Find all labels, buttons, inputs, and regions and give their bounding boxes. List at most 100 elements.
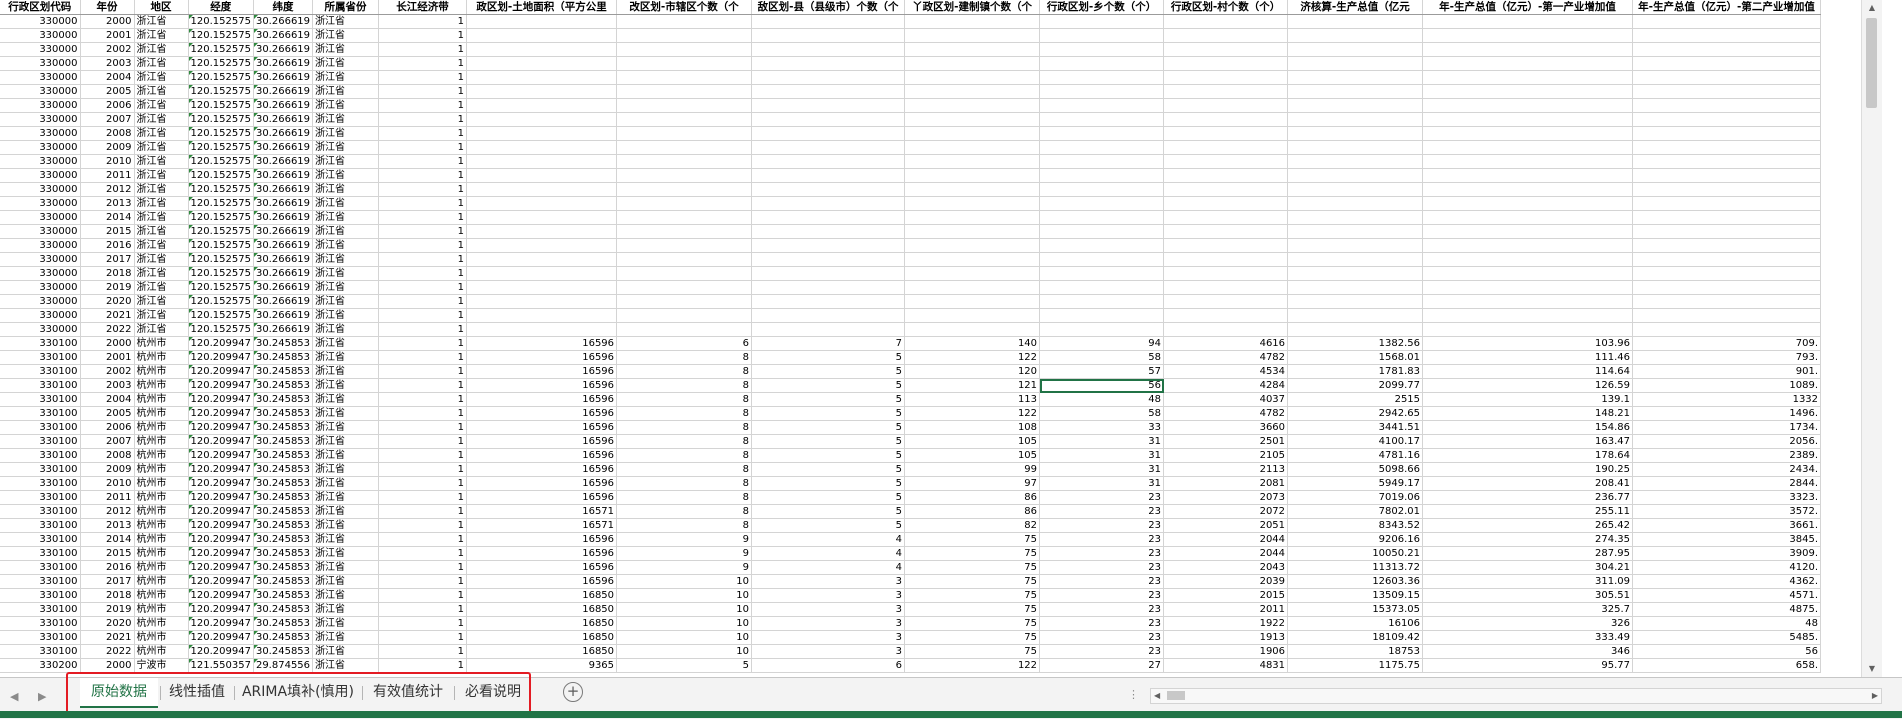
table-cell[interactable]: 杭州市 [134,574,189,589]
table-cell[interactable]: 236.77 [1422,490,1634,505]
table-cell[interactable]: 1089. [1632,378,1822,393]
table-cell[interactable] [616,42,753,57]
column-header[interactable]: 行政区划代码 [0,0,81,15]
table-cell[interactable]: 330100 [0,364,81,379]
table-cell[interactable]: 2099.77 [1287,378,1424,393]
table-cell[interactable]: 6 [751,658,906,673]
table-cell[interactable]: 16596 [466,574,618,589]
table-cell[interactable]: 120.209947 [188,574,254,589]
table-cell[interactable] [1287,140,1424,155]
table-cell[interactable]: 1 [378,210,468,225]
table-cell[interactable]: 113 [904,392,1041,407]
table-cell[interactable]: 154.86 [1422,420,1634,435]
table-cell[interactable]: 浙江省 [312,126,380,141]
table-cell[interactable]: 1 [378,336,468,351]
table-cell[interactable]: 330000 [0,252,81,267]
table-cell[interactable]: 30.266619 [253,140,314,155]
table-cell[interactable] [1287,112,1424,127]
table-cell[interactable]: 3 [751,644,906,659]
table-cell[interactable] [616,238,753,253]
table-cell[interactable]: 330000 [0,266,81,281]
scroll-left-icon[interactable]: ◀ [1154,689,1160,703]
table-cell[interactable]: 330100 [0,448,81,463]
table-cell[interactable]: 8 [616,448,753,463]
table-cell[interactable]: 23 [1039,602,1165,617]
table-cell[interactable] [1039,294,1165,309]
table-cell[interactable]: 浙江省 [312,210,380,225]
table-cell[interactable]: 330000 [0,224,81,239]
table-cell[interactable] [616,14,753,29]
table-cell[interactable]: 4100.17 [1287,434,1424,449]
table-cell[interactable]: 120.152575 [188,112,254,127]
table-cell[interactable] [1039,56,1165,71]
table-cell[interactable]: 浙江省 [134,56,189,71]
table-cell[interactable]: 2004 [80,70,135,85]
table-cell[interactable]: 浙江省 [312,490,380,505]
table-cell[interactable] [904,238,1041,253]
table-cell[interactable]: 2001 [80,28,135,43]
table-cell[interactable]: 5 [751,504,906,519]
table-cell[interactable]: 浙江省 [312,70,380,85]
table-cell[interactable] [466,14,618,29]
table-cell[interactable]: 330100 [0,462,81,477]
table-cell[interactable]: 8 [616,504,753,519]
table-cell[interactable]: 23 [1039,560,1165,575]
table-cell[interactable]: 8 [616,406,753,421]
table-cell[interactable]: 274.35 [1422,532,1634,547]
table-cell[interactable] [1632,308,1822,323]
table-cell[interactable]: 5 [751,406,906,421]
table-cell[interactable]: 48 [1632,616,1822,631]
table-cell[interactable] [616,84,753,99]
table-cell[interactable]: 330000 [0,210,81,225]
table-cell[interactable] [904,98,1041,113]
table-cell[interactable]: 浙江省 [134,168,189,183]
table-cell[interactable]: 1 [378,546,468,561]
table-cell[interactable] [466,210,618,225]
table-cell[interactable] [904,224,1041,239]
table-cell[interactable] [751,238,906,253]
table-cell[interactable]: 5 [751,350,906,365]
table-cell[interactable]: 1 [378,476,468,491]
table-cell[interactable]: 120.152575 [188,70,254,85]
table-cell[interactable] [751,294,906,309]
table-cell[interactable] [1632,168,1822,183]
table-cell[interactable]: 16596 [466,378,618,393]
table-cell[interactable] [1632,280,1822,295]
table-cell[interactable]: 330100 [0,630,81,645]
table-cell[interactable]: 3661. [1632,518,1822,533]
table-cell[interactable]: 8 [616,392,753,407]
table-cell[interactable]: 宁波市 [134,658,189,673]
table-cell[interactable]: 3 [751,602,906,617]
table-cell[interactable]: 330000 [0,84,81,99]
table-cell[interactable]: 30.245853 [253,518,314,533]
table-cell[interactable]: 30.245853 [253,588,314,603]
table-cell[interactable]: 2003 [80,56,135,71]
table-cell[interactable]: 10050.21 [1287,546,1424,561]
table-cell[interactable] [616,308,753,323]
table-cell[interactable]: 30.266619 [253,84,314,99]
table-cell[interactable] [1287,294,1424,309]
table-cell[interactable]: 浙江省 [134,322,189,337]
table-cell[interactable] [466,196,618,211]
table-cell[interactable]: 浙江省 [134,42,189,57]
table-cell[interactable]: 30.245853 [253,616,314,631]
table-cell[interactable]: 1 [378,126,468,141]
table-cell[interactable] [466,140,618,155]
table-cell[interactable]: 120.209947 [188,490,254,505]
table-cell[interactable]: 2051 [1163,518,1289,533]
table-cell[interactable] [751,84,906,99]
table-cell[interactable] [1632,56,1822,71]
table-cell[interactable]: 2010 [80,476,135,491]
table-cell[interactable]: 56 [1632,644,1822,659]
column-header[interactable]: 年份 [80,0,135,15]
table-cell[interactable]: 330100 [0,518,81,533]
table-cell[interactable]: 18753 [1287,644,1424,659]
table-cell[interactable]: 1 [378,168,468,183]
table-cell[interactable]: 16596 [466,462,618,477]
table-cell[interactable]: 杭州市 [134,518,189,533]
table-cell[interactable] [1039,70,1165,85]
table-cell[interactable]: 330000 [0,154,81,169]
table-cell[interactable]: 23 [1039,616,1165,631]
table-cell[interactable] [751,322,906,337]
table-cell[interactable]: 3660 [1163,420,1289,435]
